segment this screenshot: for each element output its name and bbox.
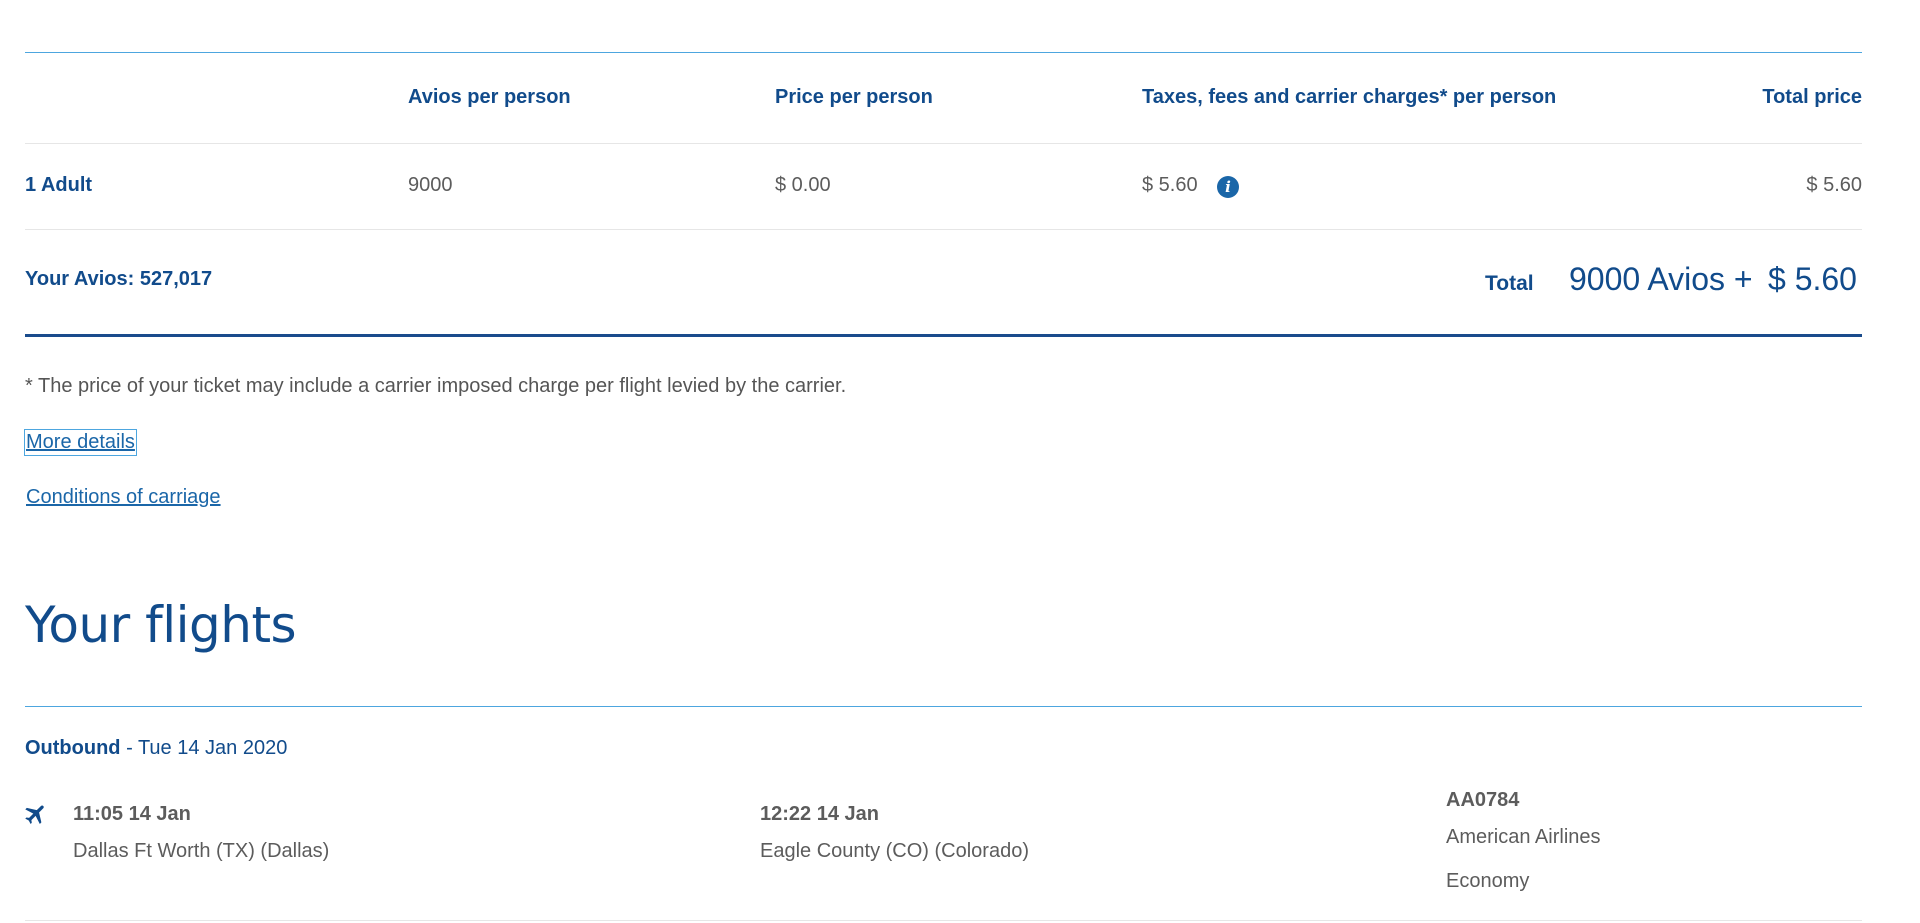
outbound-date: - Tue 14 Jan 2020 xyxy=(120,737,288,759)
flight-number: AA0784 xyxy=(1446,789,1520,811)
outbound-heading: Outbound - Tue 14 Jan 2020 xyxy=(25,737,287,760)
more-details-link[interactable]: More details xyxy=(24,429,137,456)
flights-bottom-rule xyxy=(25,920,1862,921)
table-bottom-rule xyxy=(25,334,1862,337)
row-taxes: $ 5.60 xyxy=(1142,174,1198,196)
table-header-divider xyxy=(25,143,1862,144)
header-price-per-person: Price per person xyxy=(775,86,933,108)
table-row-divider xyxy=(25,229,1862,230)
table-top-rule xyxy=(25,52,1862,53)
row-avios: 9000 xyxy=(408,174,453,196)
plane-icon xyxy=(25,805,44,824)
row-total: $ 5.60 xyxy=(1806,174,1862,196)
outbound-label: Outbound xyxy=(25,737,121,759)
total-label: Total xyxy=(1485,272,1534,295)
your-avios-balance: Your Avios: 527,017 xyxy=(25,268,213,290)
row-price: $ 0.00 xyxy=(775,174,831,196)
departure-time: 11:05 14 Jan xyxy=(73,803,191,825)
departure-airport: Dallas Ft Worth (TX) (Dallas) xyxy=(73,840,330,862)
header-taxes-per-person: Taxes, fees and carrier charges* per per… xyxy=(1142,86,1557,108)
total-cash: $ 5.60 xyxy=(1768,261,1857,297)
passenger-type: 1 Adult xyxy=(25,174,93,196)
carrier-charge-footnote: * The price of your ticket may include a… xyxy=(25,375,847,397)
cabin-class: Economy xyxy=(1446,870,1530,892)
flights-top-rule xyxy=(25,706,1862,707)
header-avios-per-person: Avios per person xyxy=(408,86,571,108)
airline-name: American Airlines xyxy=(1446,826,1601,848)
header-total-price: Total price xyxy=(1762,86,1862,108)
info-icon[interactable]: i xyxy=(1217,176,1239,198)
arrival-time: 12:22 14 Jan xyxy=(760,803,879,825)
your-flights-heading: Your flights xyxy=(25,596,297,654)
arrival-airport: Eagle County (CO) (Colorado) xyxy=(760,840,1029,862)
total-avios: 9000 Avios + xyxy=(1569,261,1753,297)
conditions-of-carriage-link[interactable]: Conditions of carriage xyxy=(26,486,221,509)
